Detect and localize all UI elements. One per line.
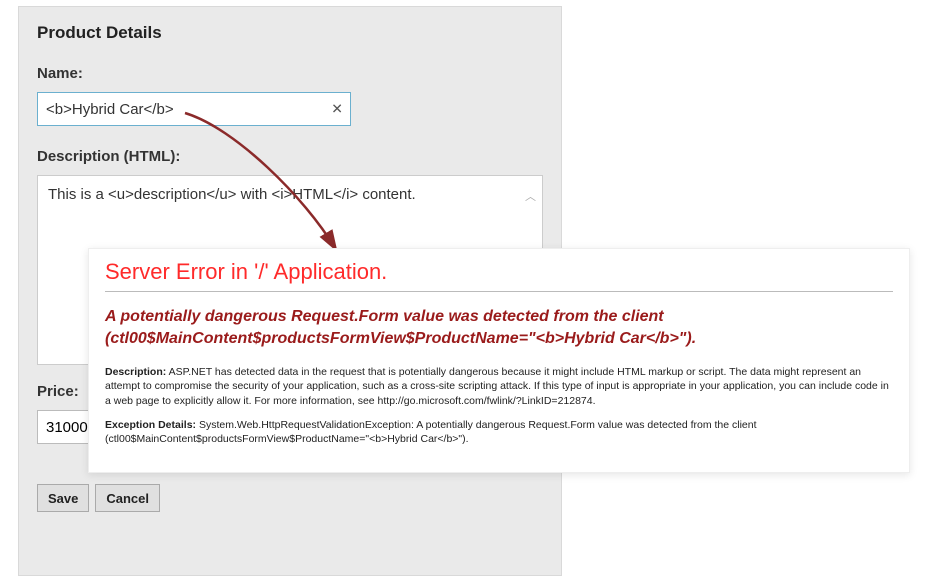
scroll-up-icon[interactable]: ︿ bbox=[525, 188, 536, 204]
clear-icon[interactable]: ✕ bbox=[331, 101, 343, 118]
name-input-wrap: ✕ bbox=[37, 92, 351, 126]
error-divider bbox=[105, 291, 893, 292]
panel-title: Product Details bbox=[37, 23, 543, 43]
save-button[interactable]: Save bbox=[37, 484, 89, 512]
error-description: Description: ASP.NET has detected data i… bbox=[105, 365, 893, 408]
error-exception: Exception Details: System.Web.HttpReques… bbox=[105, 418, 893, 446]
description-value: This is a <u>description</u> with <i>HTM… bbox=[38, 176, 542, 213]
name-label: Name: bbox=[37, 65, 543, 82]
error-exception-text: System.Web.HttpRequestValidationExceptio… bbox=[105, 419, 757, 445]
description-label: Description (HTML): bbox=[37, 148, 543, 165]
button-row: Save Cancel bbox=[37, 484, 543, 512]
error-subtitle: A potentially dangerous Request.Form val… bbox=[105, 306, 893, 349]
name-input[interactable] bbox=[37, 92, 351, 126]
error-title: Server Error in '/' Application. bbox=[105, 259, 893, 285]
cancel-button[interactable]: Cancel bbox=[95, 484, 160, 512]
error-description-text: ASP.NET has detected data in the request… bbox=[105, 366, 889, 406]
error-description-label: Description: bbox=[105, 366, 166, 378]
error-exception-label: Exception Details: bbox=[105, 419, 196, 431]
server-error-card: Server Error in '/' Application. A poten… bbox=[88, 248, 910, 473]
